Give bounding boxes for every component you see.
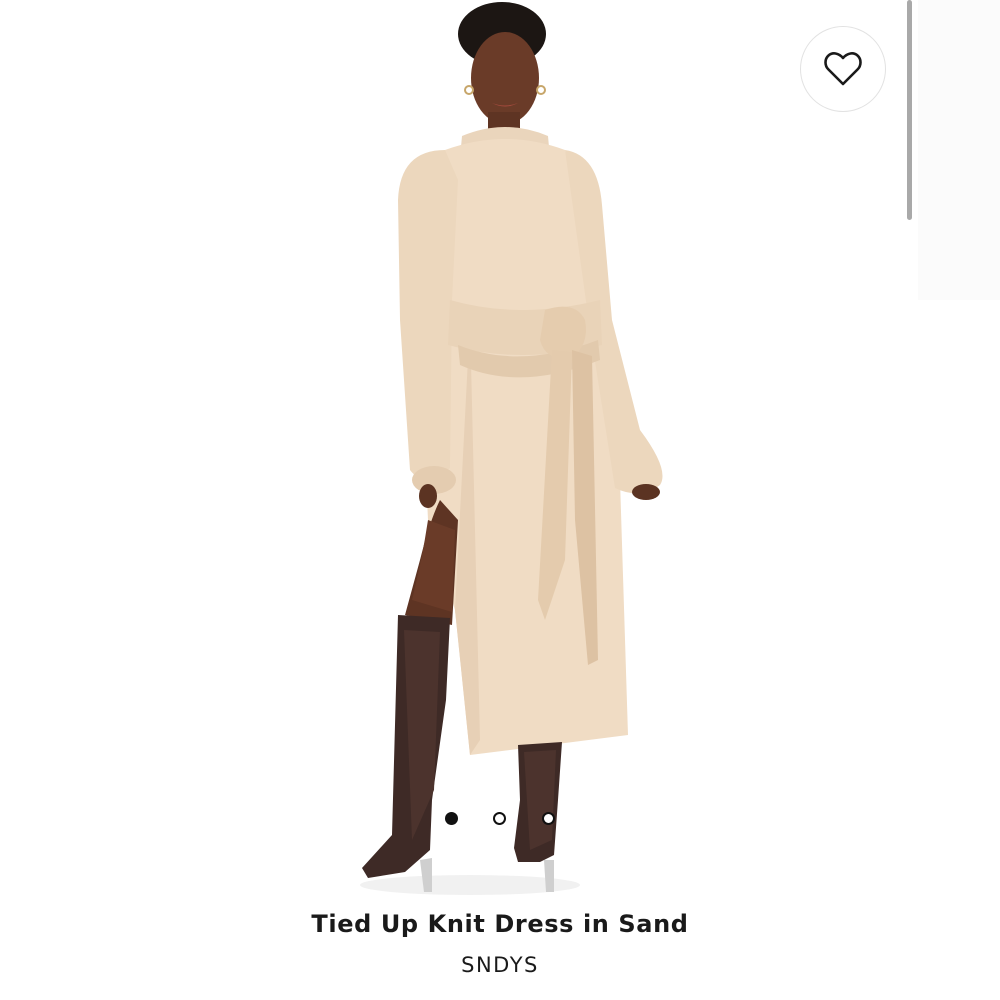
carousel-dot-2[interactable] xyxy=(493,812,506,825)
carousel-dot-1[interactable] xyxy=(445,812,458,825)
product-title[interactable]: Tied Up Knit Dress in Sand xyxy=(0,910,1000,938)
carousel-dot-3[interactable] xyxy=(542,812,555,825)
scrollbar-thumb[interactable] xyxy=(907,0,912,220)
adjacent-card-edge xyxy=(918,0,1000,300)
scrollbar[interactable] xyxy=(906,0,914,230)
heart-icon xyxy=(823,51,863,87)
favorite-button[interactable] xyxy=(800,26,886,112)
product-image[interactable] xyxy=(0,0,1000,895)
carousel-indicator xyxy=(443,810,561,830)
product-page: Tied Up Knit Dress in Sand SNDYS xyxy=(0,0,1000,1000)
product-brand[interactable]: SNDYS xyxy=(0,953,1000,977)
